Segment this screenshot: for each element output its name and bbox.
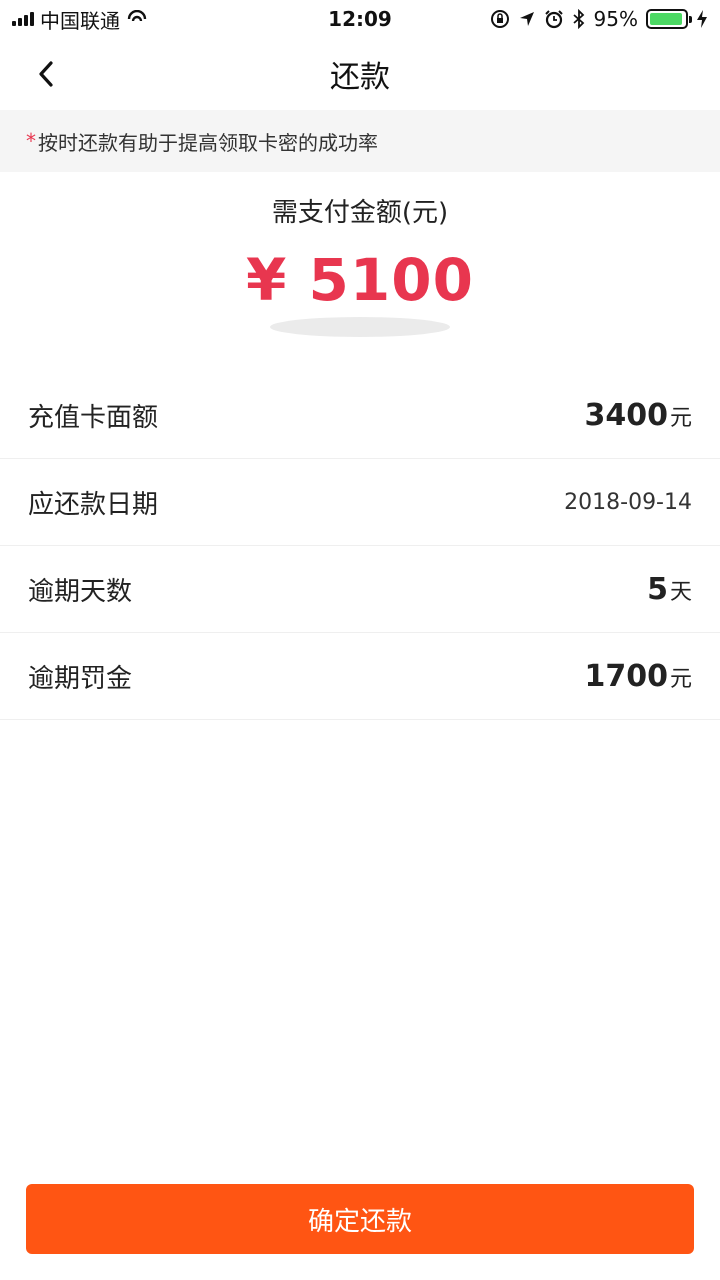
charging-icon [697,10,707,28]
status-bar-left: 中国联通 [12,5,490,34]
row-label: 逾期天数 [28,576,133,607]
row-number: 1700 [584,658,668,694]
tip-star: * [26,129,36,153]
battery-level [650,13,683,25]
nav-bar: 还款 [0,38,720,110]
signal-icon [12,12,34,26]
row-unit: 天 [669,579,692,605]
row-value: 1700 元 [584,659,692,694]
amount-value: ¥ 5100 [246,246,474,314]
battery-icon [646,9,692,29]
tip-bar: * 按时还款有助于提高领取卡密的成功率 [0,110,720,172]
detail-row-overdue-days: 逾期天数 5 天 [0,546,720,633]
row-value: 5 天 [647,572,692,607]
carrier-label: 中国联通 [40,8,120,33]
row-label: 充值卡面额 [28,402,159,433]
amount-label: 需支付金额(元) [271,198,449,228]
detail-row-due-date: 应还款日期 2018-09-14 [0,459,720,546]
row-unit: 元 [669,405,692,431]
detail-row-card-value: 充值卡面额 3400 元 [0,372,720,459]
chevron-left-icon [39,61,53,87]
status-bar-right: 95% [490,7,708,31]
battery-percent: 95% [593,7,638,31]
amount-shadow [270,317,450,337]
wifi-link-icon [127,10,147,22]
row-number: 3400 [584,397,668,433]
row-unit: 元 [669,666,692,692]
page-title: 还款 [330,60,390,95]
row-number: 5 [647,571,668,607]
row-value: 3400 元 [584,398,692,433]
alarm-icon [544,10,563,29]
location-icon [519,12,534,26]
bluetooth-icon [572,9,584,29]
tip-text: 按时还款有助于提高领取卡密的成功率 [38,130,378,155]
row-label: 应还款日期 [28,489,159,520]
status-bar: 中国联通 12:09 95% [0,0,720,38]
row-label: 逾期罚金 [28,663,133,694]
confirm-repayment-button[interactable]: 确定还款 [26,1184,694,1254]
rotation-lock-icon [490,10,509,28]
row-date-value: 2018-09-14 [564,489,692,515]
back-button[interactable] [26,52,66,96]
detail-row-overdue-fine: 逾期罚金 1700 元 [0,633,720,720]
detail-list: 充值卡面额 3400 元 应还款日期 2018-09-14 逾期天数 5 天 逾… [0,372,720,720]
